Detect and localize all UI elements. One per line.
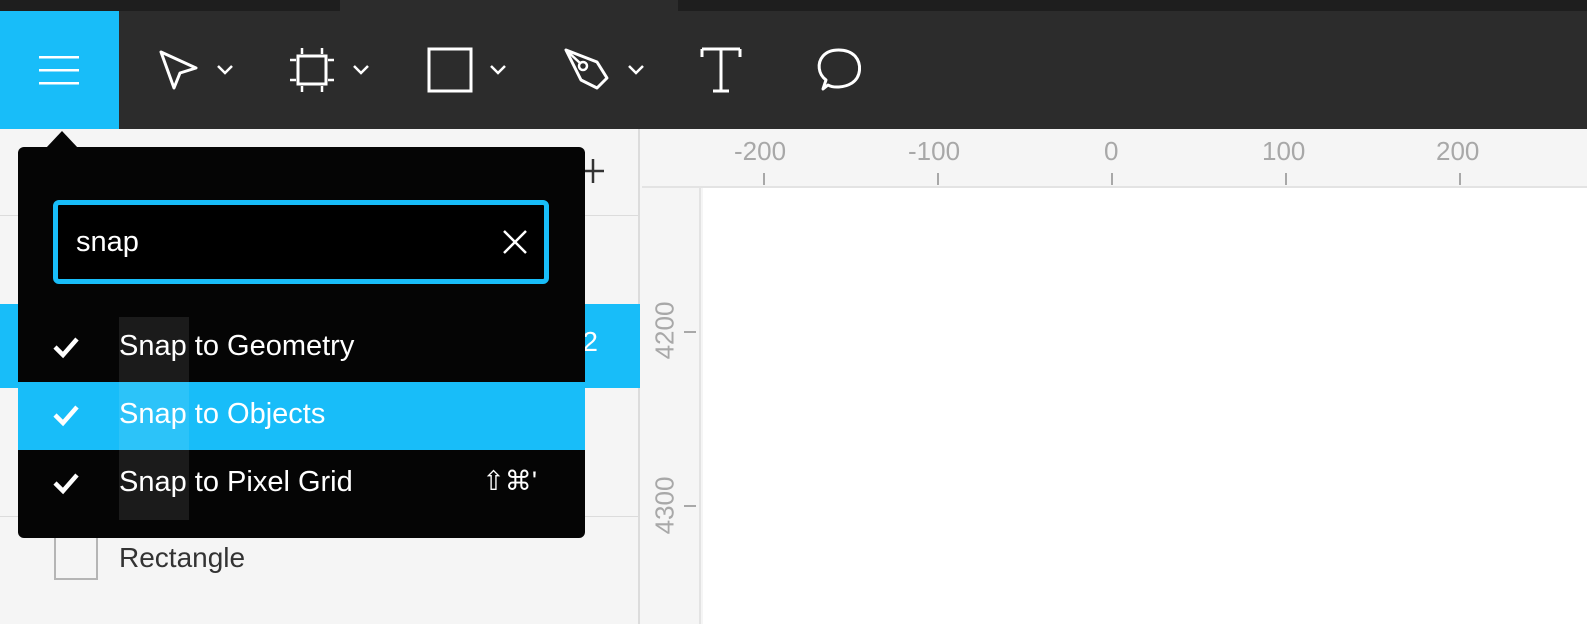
- popover-arrow: [46, 131, 78, 148]
- text-icon: [700, 47, 742, 93]
- checkmark-icon: [53, 473, 79, 495]
- quick-actions-search-input[interactable]: [76, 219, 476, 265]
- chevron-down-icon[interactable]: [350, 59, 372, 81]
- design-canvas[interactable]: [703, 188, 1587, 624]
- ruler-label: 4300: [649, 476, 680, 535]
- speech-bubble-icon: [817, 48, 861, 91]
- ruler-tick: [1285, 173, 1287, 185]
- ruler-tick: [1111, 173, 1113, 185]
- frame-icon: [290, 48, 334, 92]
- checkmark-icon: [53, 337, 79, 359]
- quick-actions-search: [53, 200, 549, 284]
- ruler-label: 4200: [649, 301, 680, 360]
- text-tool-button[interactable]: [700, 11, 742, 129]
- active-tab[interactable]: [340, 0, 678, 11]
- ruler-tick: [937, 173, 939, 185]
- quick-actions-popover: Snap to Geometry Snap to Objects Snap to…: [18, 147, 585, 538]
- tab-strip: [0, 0, 1587, 11]
- quick-action-item[interactable]: Snap to Pixel Grid ⇧⌘': [18, 450, 585, 518]
- search-match-highlight: [119, 317, 189, 520]
- checkmark-icon: [53, 405, 79, 427]
- chevron-down-icon[interactable]: [625, 59, 647, 81]
- comment-tool-button[interactable]: [813, 11, 865, 129]
- pen-icon: [564, 48, 609, 90]
- toolbar: [0, 11, 1587, 129]
- frame-tool-button[interactable]: [288, 11, 372, 129]
- move-tool-button[interactable]: [156, 11, 236, 129]
- chevron-down-icon[interactable]: [214, 59, 236, 81]
- shape-tool-button[interactable]: [427, 11, 509, 129]
- quick-action-item[interactable]: Snap to Geometry: [18, 314, 585, 382]
- ruler-label: 100: [1262, 136, 1306, 166]
- ruler-tick: [684, 331, 696, 333]
- ruler-label: 0: [1104, 136, 1119, 166]
- close-icon[interactable]: [500, 227, 530, 257]
- rectangle-icon: [427, 47, 473, 93]
- layer-name: Rectangle: [119, 542, 246, 573]
- hamburger-menu-icon: [39, 56, 79, 85]
- pen-tool-button[interactable]: [563, 11, 647, 129]
- ruler-label: -200: [734, 136, 787, 166]
- cursor-arrow-icon: [159, 50, 198, 90]
- add-page-icon[interactable]: [582, 151, 604, 191]
- ruler-label: -100: [908, 136, 961, 166]
- vertical-ruler: 4200 4300: [642, 188, 701, 624]
- rectangle-layer-icon: [54, 536, 98, 580]
- horizontal-ruler: -200 -100 0 100 200: [642, 129, 1587, 188]
- keyboard-shortcut: ⇧⌘': [482, 466, 537, 496]
- ruler-tick: [1459, 173, 1461, 185]
- main-menu-button[interactable]: [0, 11, 119, 129]
- ruler-tick: [684, 505, 696, 507]
- ruler-tick: [763, 173, 765, 185]
- chevron-down-icon[interactable]: [487, 59, 509, 81]
- ruler-label: 200: [1436, 136, 1480, 166]
- quick-action-item-active[interactable]: Snap to Objects: [18, 382, 585, 450]
